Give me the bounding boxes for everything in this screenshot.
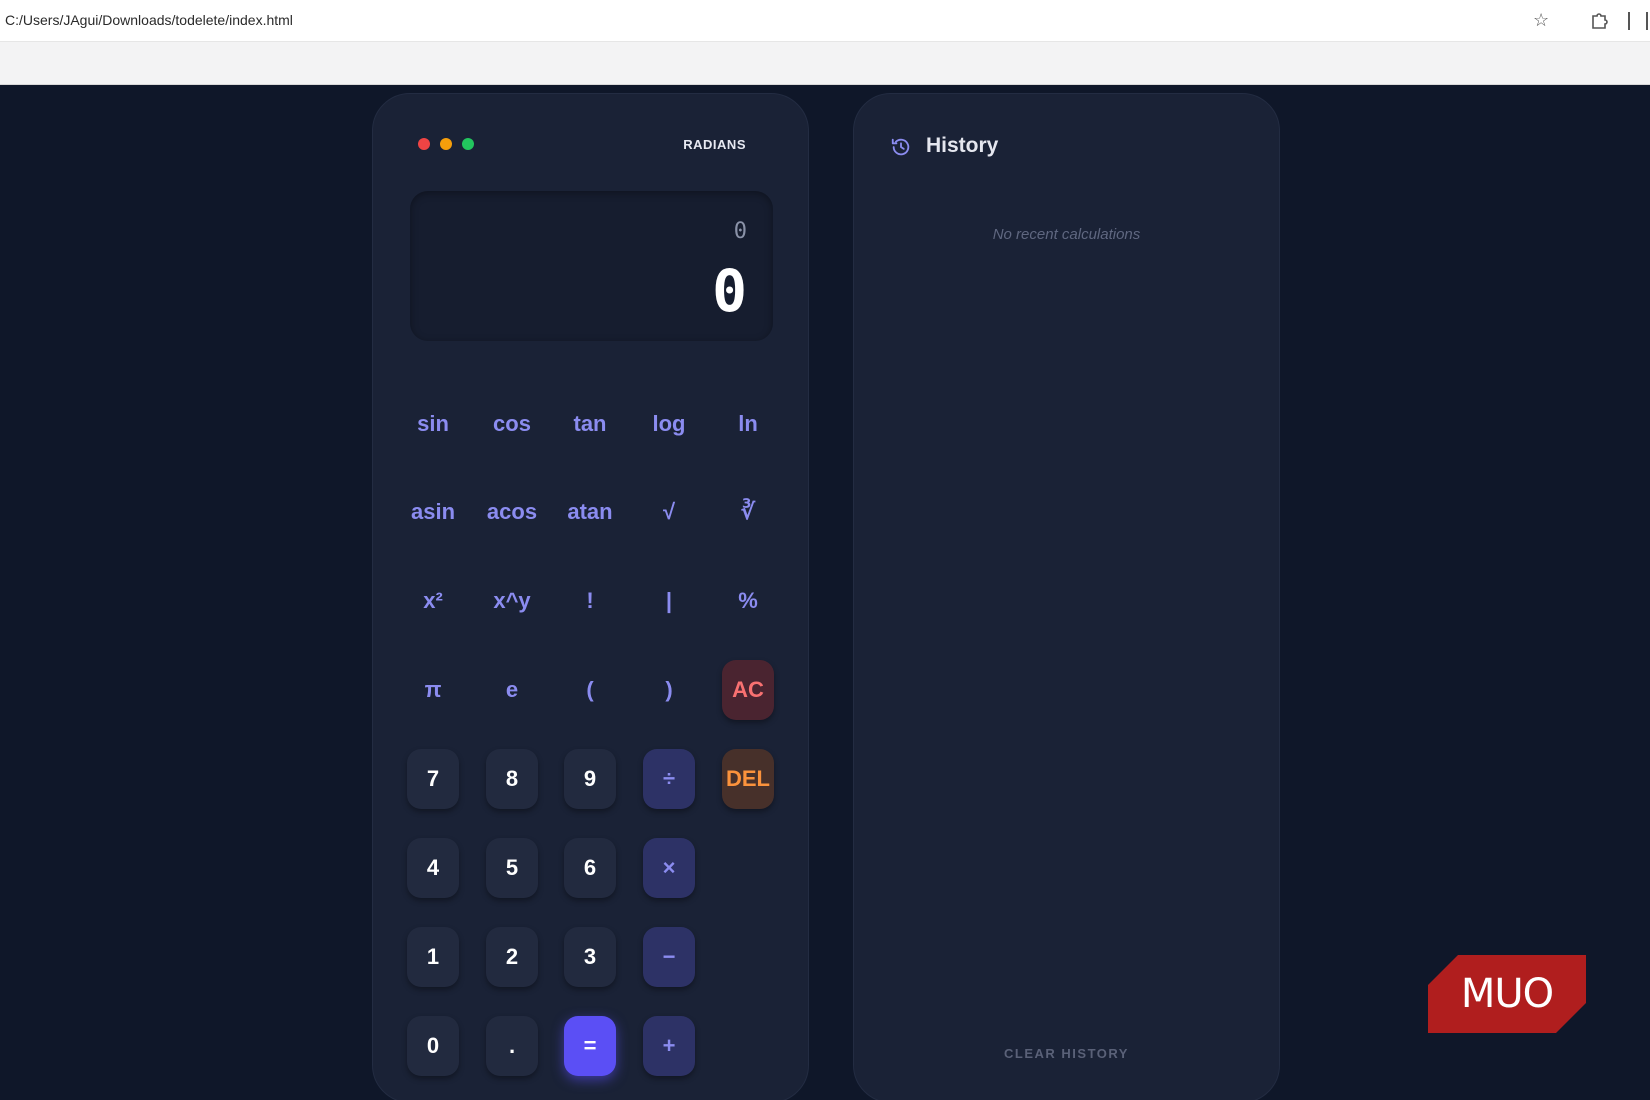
toolbar-divider [1628, 12, 1630, 30]
power-button[interactable]: x^y [486, 571, 538, 631]
clear-history-button[interactable]: CLEAR HISTORY [854, 1046, 1279, 1061]
abs-button[interactable]: | [643, 571, 695, 631]
calculator-panel: RADIANS 0 0 sin cos tan log ln asin acos atan √ ∛… [372, 93, 809, 1100]
sin-button[interactable]: sin [407, 394, 459, 454]
page-background [0, 85, 1650, 1100]
cbrt-button[interactable]: ∛ [722, 482, 774, 542]
cos-button[interactable]: cos [486, 394, 538, 454]
log-button[interactable]: log [643, 394, 695, 454]
digit-2-button[interactable]: 2 [486, 927, 538, 987]
percent-button[interactable]: % [722, 571, 774, 631]
equals-button[interactable]: = [564, 1016, 616, 1076]
digit-4-button[interactable]: 4 [407, 838, 459, 898]
digit-8-button[interactable]: 8 [486, 749, 538, 809]
browser-toolbar [0, 42, 1650, 85]
url-text[interactable]: C:/Users/JAgui/Downloads/todelete/index.… [5, 12, 293, 28]
browser-address-bar[interactable]: C:/Users/JAgui/Downloads/todelete/index.… [0, 0, 1650, 42]
euler-button[interactable]: e [486, 660, 538, 720]
digit-5-button[interactable]: 5 [486, 838, 538, 898]
subtract-button[interactable]: − [643, 927, 695, 987]
history-icon [891, 138, 910, 156]
digit-3-button[interactable]: 3 [564, 927, 616, 987]
atan-button[interactable]: atan [564, 482, 616, 542]
delete-button[interactable]: DEL [722, 749, 774, 809]
tan-button[interactable]: tan [564, 394, 616, 454]
digit-7-button[interactable]: 7 [407, 749, 459, 809]
history-panel: History No recent calculations CLEAR HIS… [853, 93, 1280, 1100]
pi-button[interactable]: π [407, 660, 459, 720]
keypad: sin cos tan log ln asin acos atan √ ∛ x² x^y! |% π e ()… [373, 94, 808, 1100]
factorial-button[interactable]: ! [564, 571, 616, 631]
muo-logo: MUO [1428, 955, 1586, 1033]
open-paren-button[interactable]: ( [564, 660, 616, 720]
decimal-button[interactable]: . [486, 1016, 538, 1076]
digit-1-button[interactable]: 1 [407, 927, 459, 987]
logo-text: MUO [1460, 971, 1554, 1017]
asin-button[interactable]: asin [407, 482, 459, 542]
acos-button[interactable]: acos [486, 482, 538, 542]
digit-6-button[interactable]: 6 [564, 838, 616, 898]
multiply-button[interactable]: × [643, 838, 695, 898]
toolbar-divider [1646, 12, 1648, 30]
history-title: History [926, 134, 999, 157]
bookmark-star-icon[interactable]: ☆ [1533, 10, 1553, 30]
ln-button[interactable]: ln [722, 394, 774, 454]
digit-0-button[interactable]: 0 [407, 1016, 459, 1076]
close-paren-button[interactable]: ) [643, 660, 695, 720]
add-button[interactable]: + [643, 1016, 695, 1076]
square-button[interactable]: x² [407, 571, 459, 631]
digit-9-button[interactable]: 9 [564, 749, 616, 809]
all-clear-button[interactable]: AC [722, 660, 774, 720]
extensions-icon[interactable] [1589, 10, 1609, 30]
sqrt-button[interactable]: √ [643, 482, 695, 542]
history-empty-message: No recent calculations [992, 226, 1141, 243]
divide-button[interactable]: ÷ [643, 749, 695, 809]
